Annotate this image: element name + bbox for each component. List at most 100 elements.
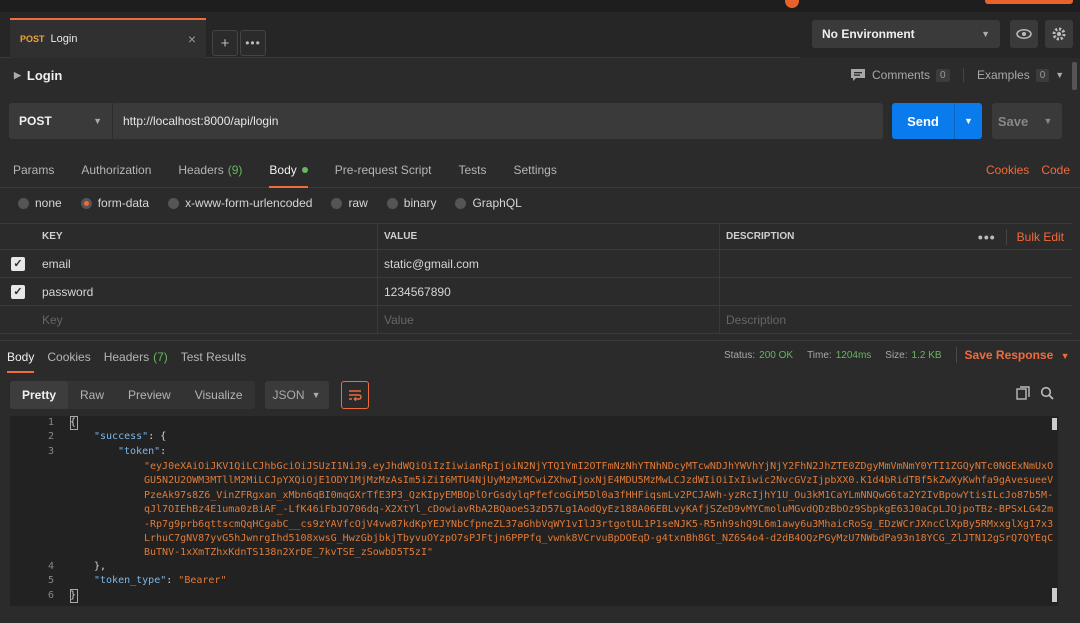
tab-tests[interactable]: Tests — [458, 152, 486, 188]
tab-label: Tests — [458, 162, 487, 177]
copy-button[interactable] — [1016, 386, 1030, 403]
row-checkbox[interactable]: ✓ — [0, 278, 36, 305]
key-cell[interactable]: password — [36, 278, 378, 305]
tab-params[interactable]: Params — [13, 152, 54, 188]
search-button[interactable] — [1040, 386, 1054, 403]
tab-body[interactable]: Body — [269, 152, 309, 188]
send-label: Send — [907, 113, 939, 129]
json-key: "success" — [94, 431, 149, 443]
tab-label: Cookies — [47, 349, 91, 364]
value-cell[interactable]: static@gmail.com — [378, 250, 720, 277]
save-button[interactable]: Save ▼ — [992, 103, 1062, 139]
status-value[interactable]: 200 OK — [759, 350, 793, 361]
size-value[interactable]: 1.2 KB — [912, 350, 942, 361]
cookies-link[interactable]: Cookies — [986, 163, 1029, 177]
response-tab-test-results[interactable]: Test Results — [181, 341, 246, 373]
view-preview[interactable]: Preview — [116, 381, 183, 409]
wrap-lines-button[interactable] — [340, 381, 369, 409]
wrap-icon — [348, 390, 362, 401]
bulk-edit-link[interactable]: Bulk Edit — [1017, 230, 1064, 244]
environment-select[interactable]: No Environment ▼ — [812, 20, 1000, 48]
request-title[interactable]: ▶ Login — [14, 68, 62, 83]
tab-label: Settings — [513, 162, 557, 177]
radio-none[interactable]: none — [18, 196, 62, 210]
comments-button[interactable]: Comments 0 — [850, 68, 950, 82]
status-label: Status: — [724, 349, 756, 361]
tab-options-button[interactable]: ••• — [240, 30, 266, 56]
view-visualize[interactable]: Visualize — [183, 381, 255, 409]
scrollbar-thumb[interactable] — [1052, 588, 1057, 602]
new-tab-button[interactable]: + — [212, 30, 238, 56]
manage-environments-button[interactable] — [1045, 20, 1073, 48]
examples-button[interactable]: Examples 0 ▼ — [977, 68, 1064, 82]
close-icon[interactable]: × — [188, 31, 196, 47]
scrollbar[interactable] — [1072, 62, 1077, 90]
description-cell[interactable] — [720, 278, 1072, 305]
chevron-down-icon: ▼ — [1060, 351, 1070, 361]
more-icon[interactable]: ••• — [978, 229, 996, 245]
radio-form-data[interactable]: form-data — [80, 196, 149, 210]
chevron-down-icon[interactable]: ▼ — [1034, 116, 1062, 126]
method-select[interactable]: POST ▼ — [9, 103, 113, 139]
radio-raw[interactable]: raw — [331, 196, 368, 210]
tab-settings[interactable]: Settings — [514, 152, 557, 188]
description-cell[interactable] — [720, 250, 1072, 277]
radio-binary[interactable]: binary — [386, 196, 437, 210]
line-number: 4 — [47, 561, 54, 572]
save-response-label: Save Response — [964, 348, 1054, 362]
environment-quick-look-button[interactable] — [1010, 20, 1038, 48]
notification-dot[interactable] — [785, 0, 799, 8]
body-type-group: none form-data x-www-form-urlencoded raw… — [18, 196, 541, 210]
upgrade-button[interactable] — [985, 0, 1073, 4]
request-name: Login — [26, 68, 63, 83]
radio-graphql[interactable]: GraphQL — [455, 196, 522, 210]
environment-label: No Environment — [822, 27, 915, 41]
chevron-down-icon: ▼ — [93, 116, 102, 126]
url-input[interactable]: http://localhost:8000/api/login — [113, 114, 278, 128]
request-tab[interactable]: POST Login × — [10, 18, 206, 58]
format-label: JSON — [272, 388, 305, 402]
code-link[interactable]: Code — [1041, 163, 1070, 177]
value-cell[interactable]: 1234567890 — [378, 278, 720, 305]
radio-label: binary — [403, 196, 437, 210]
radio-label: GraphQL — [472, 196, 522, 210]
view-raw[interactable]: Raw — [68, 381, 116, 409]
radio-label: raw — [348, 196, 368, 210]
column-value: VALUE — [378, 224, 720, 249]
chevron-down-icon[interactable]: ▼ — [954, 103, 982, 139]
response-code-view[interactable]: 1 2 3 4 5 6 { "success": { "token": "eyJ… — [10, 416, 1058, 606]
row-checkbox[interactable]: ✓ — [0, 250, 36, 277]
divider — [955, 347, 957, 363]
format-select[interactable]: JSON ▼ — [264, 381, 329, 409]
column-description: DESCRIPTION ••• Bulk Edit — [720, 224, 1072, 249]
response-tab-headers[interactable]: Headers (7) — [104, 341, 168, 373]
save-label: Save — [997, 113, 1029, 129]
radio-x-www-form-urlencoded[interactable]: x-www-form-urlencoded — [168, 196, 312, 210]
send-button[interactable]: Send ▼ — [892, 103, 982, 139]
tab-pre-request-script[interactable]: Pre-request Script — [335, 152, 432, 188]
key-input[interactable]: Key — [36, 306, 378, 333]
plus-icon: + — [220, 34, 230, 52]
row-checkbox-spacer — [0, 306, 36, 333]
description-input[interactable]: Description — [720, 306, 1072, 333]
time-value[interactable]: 1204ms — [836, 350, 872, 361]
value-input[interactable]: Value — [378, 306, 720, 333]
method-label: POST — [19, 114, 52, 128]
tab-method: POST — [20, 34, 45, 44]
caret-right-icon: ▶ — [14, 70, 21, 80]
radio-icon — [18, 197, 29, 209]
form-data-table: KEY VALUE DESCRIPTION ••• Bulk Edit ✓ em… — [0, 223, 1072, 334]
save-response-button[interactable]: Save Response ▼ — [965, 348, 1070, 362]
response-tab-cookies[interactable]: Cookies — [47, 341, 90, 373]
response-tab-body[interactable]: Body — [7, 341, 35, 373]
tab-authorization[interactable]: Authorization — [81, 152, 151, 188]
tab-headers[interactable]: Headers (9) — [178, 152, 242, 188]
json-key: "token" — [118, 445, 161, 457]
scrollbar-thumb[interactable] — [1052, 418, 1057, 430]
examples-label: Examples — [977, 68, 1030, 82]
copy-icon — [1016, 386, 1030, 400]
comments-label: Comments — [872, 68, 931, 82]
radio-label: x-www-form-urlencoded — [185, 196, 313, 210]
key-cell[interactable]: email — [36, 250, 378, 277]
view-pretty[interactable]: Pretty — [10, 381, 69, 409]
